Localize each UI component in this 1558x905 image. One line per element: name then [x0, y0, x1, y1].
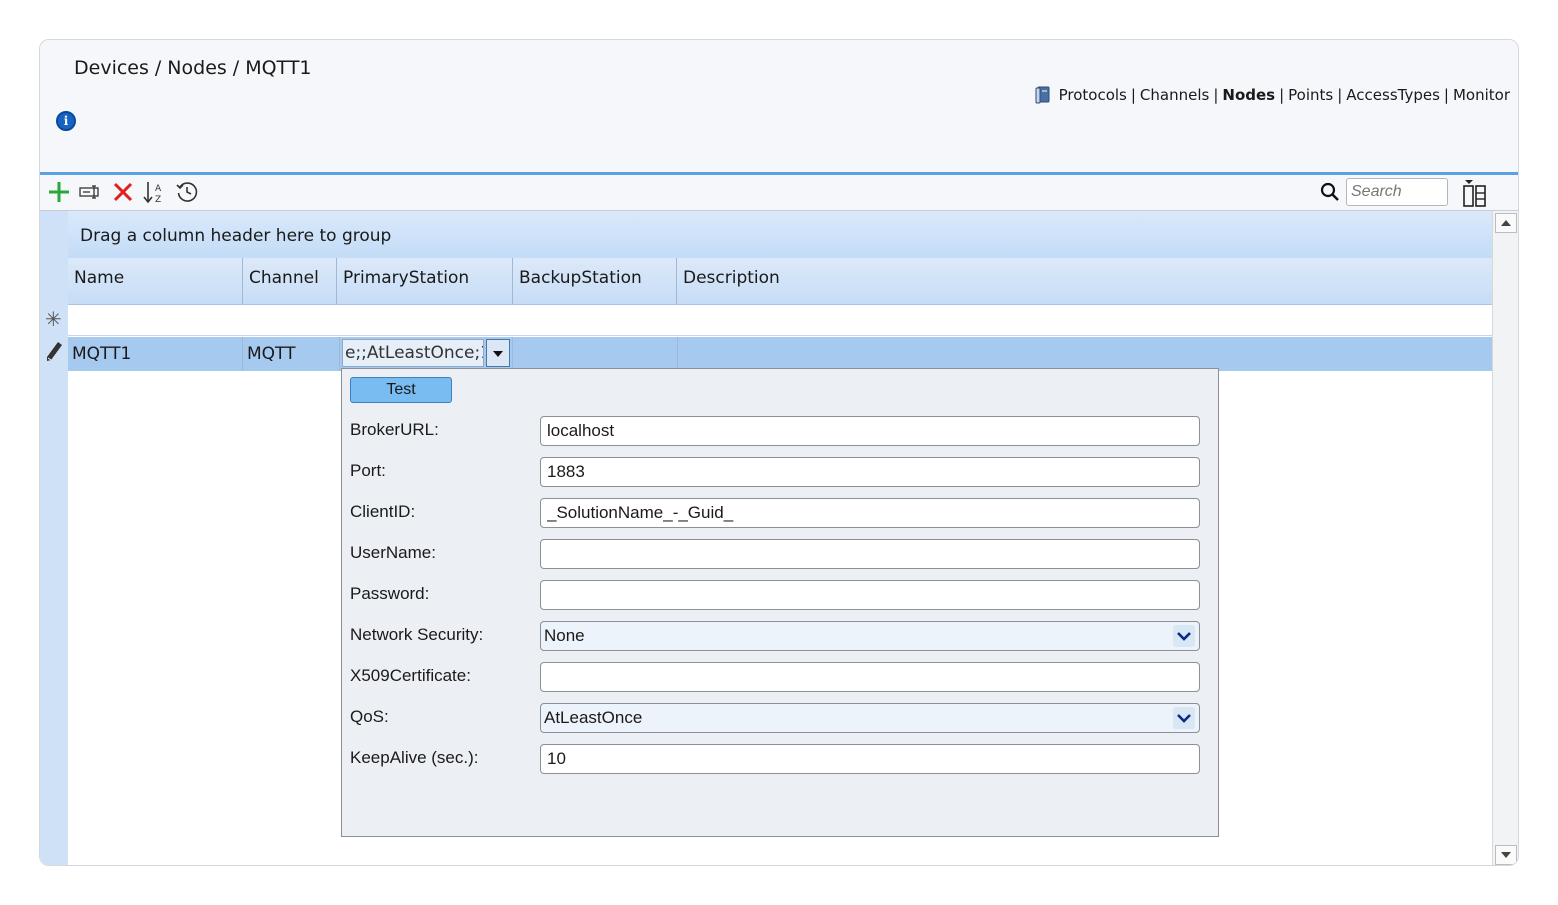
station-editor-popup: Test BrokerURL: Port: ClientID: UserName… [341, 368, 1219, 837]
column-header-name[interactable]: Name [68, 258, 243, 304]
broker-url-input[interactable] [540, 416, 1200, 446]
password-input[interactable] [540, 580, 1200, 610]
cell-backupstation[interactable] [513, 337, 678, 371]
vertical-scrollbar[interactable] [1492, 211, 1518, 865]
cell-channel[interactable]: MQTT [243, 337, 340, 371]
field-broker-url: BrokerURL: [350, 416, 1202, 446]
search-icon[interactable] [1319, 181, 1341, 203]
keepalive-input[interactable] [540, 744, 1200, 774]
cell-primarystation[interactable]: e;;AtLeastOnce;10 [340, 337, 513, 371]
delete-icon[interactable] [110, 179, 136, 205]
username-label: UserName: [350, 543, 436, 562]
password-label: Password: [350, 584, 430, 603]
chevron-down-icon[interactable] [1173, 625, 1195, 647]
field-client-id: ClientID: [350, 498, 1202, 528]
new-row[interactable] [68, 305, 1494, 336]
column-headers: Name Channel PrimaryStation BackupStatio… [68, 258, 1494, 305]
broker-url-label: BrokerURL: [350, 420, 439, 439]
nav-separator: | [1443, 86, 1449, 104]
nav-separator: | [1337, 86, 1343, 104]
port-input[interactable] [540, 457, 1200, 487]
breadcrumb-separator: / [154, 57, 162, 79]
group-panel[interactable]: Drag a column header here to group [68, 211, 1494, 258]
field-port: Port: [350, 457, 1202, 487]
rename-icon[interactable] [78, 179, 104, 205]
svg-text:Z: Z [155, 195, 161, 205]
nav-accesstypes[interactable]: AccessTypes [1346, 86, 1440, 104]
search-area [1319, 178, 1448, 206]
add-icon[interactable] [46, 179, 72, 205]
scroll-down-button[interactable] [1495, 845, 1517, 865]
keepalive-label: KeepAlive (sec.): [350, 748, 479, 767]
toolbar: A Z [40, 175, 1518, 211]
table-row[interactable]: MQTT1 MQTT e;;AtLeastOnce;10 [68, 337, 1494, 371]
column-header-channel[interactable]: Channel [243, 258, 337, 304]
page-header: Devices / Nodes / MQTT1 Protocols | Channels… [40, 40, 1518, 174]
nav-separator: | [1213, 86, 1219, 104]
column-header-description[interactable]: Description [677, 258, 1492, 304]
nav-protocols[interactable]: Protocols [1059, 86, 1127, 104]
sort-icon[interactable]: A Z [142, 179, 168, 205]
book-icon [1035, 86, 1050, 104]
info-icon[interactable]: i [56, 111, 76, 131]
client-id-input[interactable] [540, 498, 1200, 528]
primarystation-combo-text[interactable]: e;;AtLeastOnce;10 [342, 339, 484, 367]
breadcrumb-nodes[interactable]: Nodes [167, 57, 227, 79]
nav-separator: | [1130, 86, 1136, 104]
column-header-primarystation[interactable]: PrimaryStation [337, 258, 513, 304]
breadcrumb-devices[interactable]: Devices [74, 57, 149, 79]
field-keepalive: KeepAlive (sec.): [350, 744, 1202, 774]
breadcrumb-current: MQTT1 [245, 57, 312, 79]
network-security-value: None [544, 626, 585, 645]
cell-description[interactable] [678, 337, 1494, 371]
network-security-label: Network Security: [350, 625, 484, 644]
x509-input[interactable] [540, 662, 1200, 692]
nav-monitor[interactable]: Monitor [1453, 86, 1510, 104]
network-security-select[interactable]: None [540, 621, 1200, 651]
qos-select[interactable]: AtLeastOnce [540, 703, 1200, 733]
column-header-backupstation[interactable]: BackupStation [513, 258, 677, 304]
breadcrumb-separator: / [232, 57, 240, 79]
new-row-marker-icon: ✳ [45, 307, 62, 331]
cell-name[interactable]: MQTT1 [68, 337, 243, 371]
field-qos: QoS: AtLeastOnce [350, 703, 1202, 733]
top-navigation: Protocols | Channels | Nodes | Points | … [1035, 86, 1510, 104]
history-icon[interactable] [174, 179, 200, 205]
chevron-down-icon[interactable] [1173, 707, 1195, 729]
qos-value: AtLeastOnce [544, 708, 643, 727]
pencil-icon [47, 342, 62, 361]
nav-separator: | [1279, 86, 1285, 104]
column-chooser-icon[interactable] [1460, 178, 1490, 208]
test-button[interactable]: Test [350, 377, 452, 403]
breadcrumb: Devices / Nodes / MQTT1 [74, 57, 318, 79]
nav-points[interactable]: Points [1288, 86, 1333, 104]
username-input[interactable] [540, 539, 1200, 569]
nav-nodes[interactable]: Nodes [1222, 86, 1275, 104]
field-username: UserName: [350, 539, 1202, 569]
scroll-up-button[interactable] [1495, 213, 1517, 233]
field-password: Password: [350, 580, 1202, 610]
nav-channels[interactable]: Channels [1140, 86, 1209, 104]
port-label: Port: [350, 461, 386, 480]
svg-text:A: A [155, 184, 162, 194]
search-input[interactable] [1346, 178, 1448, 206]
qos-label: QoS: [350, 707, 389, 726]
primarystation-dropdown-button[interactable] [486, 339, 510, 367]
field-network-security: Network Security: None [350, 621, 1202, 651]
client-id-label: ClientID: [350, 502, 416, 521]
field-x509: X509Certificate: [350, 662, 1202, 692]
x509-label: X509Certificate: [350, 666, 471, 685]
